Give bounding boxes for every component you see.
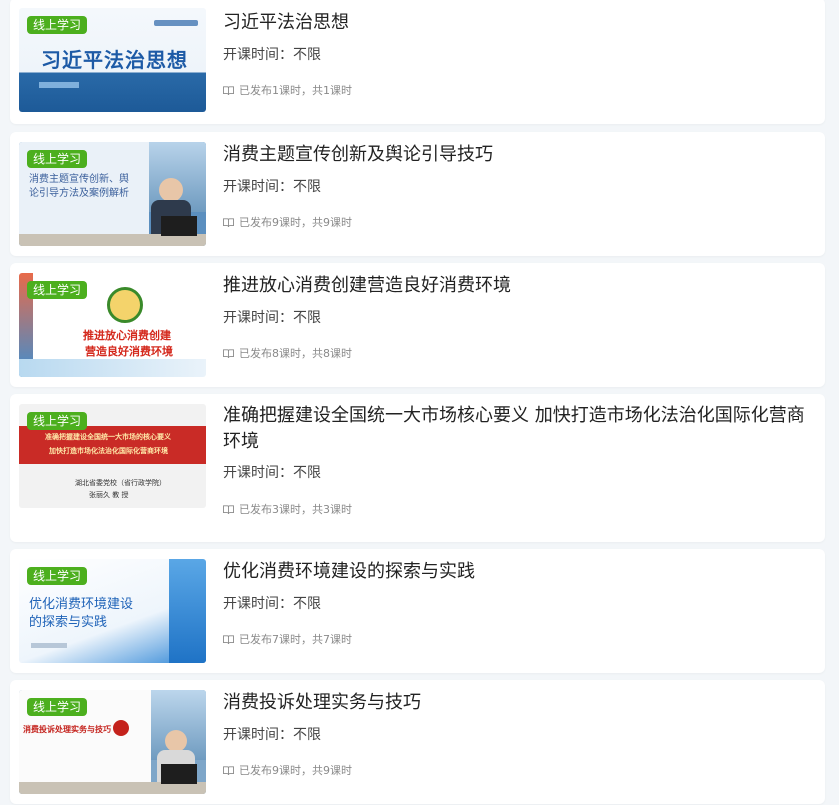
course-card[interactable]: 线上学习 消费主题宣传创新、舆 论引导方法及案例解析 消费主题宣传创新及舆论引导…	[10, 132, 825, 256]
thumb-right-band	[169, 559, 206, 663]
lesson-count-text: 已发布9课时，共9课时	[239, 216, 352, 229]
thumb-text-line1: 消费主题宣传创新、舆	[29, 174, 129, 185]
lesson-count-text: 已发布7课时，共7课时	[239, 633, 352, 646]
online-study-badge: 线上学习	[27, 281, 88, 299]
thumb-text-line2: 加快打造市场化法治化国际化营商环境	[49, 447, 168, 455]
lesson-count-text: 已发布3课时，共3课时	[239, 503, 352, 516]
course-thumbnail[interactable]: 线上学习 准确把握建设全国统一大市场的核心要义 加快打造市场化法治化国际化营商环…	[19, 404, 206, 508]
emblem-icon	[107, 287, 143, 323]
course-time: 开课时间：不限	[223, 462, 321, 482]
course-card[interactable]: 线上学习 推进放心消费创建 营造良好消费环境 推进放心消费创建营造良好消费环境 …	[10, 263, 825, 387]
course-thumbnail[interactable]: 线上学习 优化消费环境建设 的探索与实践	[19, 559, 206, 663]
book-icon	[223, 504, 234, 514]
course-card[interactable]: 线上学习 准确把握建设全国统一大市场的核心要义 加快打造市场化法治化国际化营商环…	[10, 394, 825, 542]
logo-mark	[154, 20, 198, 26]
lesson-count-text: 已发布1课时，共1课时	[239, 84, 352, 97]
laptop	[161, 216, 197, 236]
lesson-count: 已发布9课时，共9课时	[223, 762, 352, 778]
course-card[interactable]: 线上学习 消费投诉处理实务与技巧 消费投诉处理实务与技巧 开课时间：不限 已发布…	[10, 680, 825, 804]
thumb-text-line4: 张丽久 教 授	[89, 491, 129, 499]
thumb-text-line1: 准确把握建设全国统一大市场的核心要义	[45, 433, 171, 441]
thumb-bottom-band	[19, 359, 206, 377]
presenter	[165, 730, 187, 752]
thumb-text-line2: 营造良好消费环境	[85, 345, 173, 358]
online-study-badge: 线上学习	[27, 16, 88, 34]
time-value: 不限	[293, 465, 321, 481]
course-title[interactable]: 习近平法治思想	[223, 10, 813, 36]
thumb-text-line1: 推进放心消费创建	[83, 329, 171, 342]
lesson-count: 已发布3课时，共3课时	[223, 501, 352, 517]
course-thumbnail[interactable]: 线上学习 消费主题宣传创新、舆 论引导方法及案例解析	[19, 142, 206, 246]
course-title[interactable]: 推进放心消费创建营造良好消费环境	[223, 273, 813, 299]
time-value: 不限	[293, 47, 321, 63]
course-title[interactable]: 消费投诉处理实务与技巧	[223, 690, 813, 716]
online-study-badge: 线上学习	[27, 567, 88, 585]
course-thumbnail[interactable]: 线上学习 习近平法治思想	[19, 8, 206, 112]
lesson-count-text: 已发布8课时，共8课时	[239, 347, 352, 360]
thumb-text-line1: 消费投诉处理实务与技巧	[23, 725, 111, 734]
thumb-title: 习近平法治思想	[41, 48, 188, 72]
presenter	[159, 178, 183, 202]
time-label: 开课时间：	[223, 596, 293, 612]
book-icon	[223, 85, 234, 95]
laptop	[161, 764, 197, 784]
course-time: 开课时间：不限	[223, 307, 321, 327]
time-value: 不限	[293, 310, 321, 326]
lesson-count: 已发布8课时，共8课时	[223, 345, 352, 361]
slide-emblem	[113, 720, 129, 736]
thumb-text-line1: 优化消费环境建设	[29, 597, 134, 612]
course-time: 开课时间：不限	[223, 176, 321, 196]
online-study-badge: 线上学习	[27, 412, 88, 430]
time-value: 不限	[293, 727, 321, 743]
course-card[interactable]: 线上学习 优化消费环境建设 的探索与实践 优化消费环境建设的探索与实践 开课时间…	[10, 549, 825, 673]
time-label: 开课时间：	[223, 465, 293, 481]
thumb-text-line2: 论引导方法及案例解析	[29, 188, 129, 199]
course-time: 开课时间：不限	[223, 593, 321, 613]
course-thumbnail[interactable]: 线上学习 消费投诉处理实务与技巧	[19, 690, 206, 794]
thumb-text-line3: 湖北省委党校（省行政学院）	[75, 479, 166, 487]
lesson-count-text: 已发布9课时，共9课时	[239, 764, 352, 777]
course-title[interactable]: 准确把握建设全国统一大市场核心要义 加快打造市场化法治化国际化营商环境	[223, 403, 813, 455]
time-value: 不限	[293, 596, 321, 612]
course-title[interactable]: 优化消费环境建设的探索与实践	[223, 559, 813, 585]
book-icon	[223, 348, 234, 358]
book-icon	[223, 217, 234, 227]
online-study-badge: 线上学习	[27, 698, 88, 716]
time-label: 开课时间：	[223, 727, 293, 743]
thumb-text-line2: 的探索与实践	[29, 615, 108, 630]
course-title[interactable]: 消费主题宣传创新及舆论引导技巧	[223, 142, 813, 168]
thumb-subbar	[31, 643, 67, 648]
course-thumbnail[interactable]: 线上学习 推进放心消费创建 营造良好消费环境	[19, 273, 206, 377]
book-icon	[223, 765, 234, 775]
book-icon	[223, 634, 234, 644]
course-time: 开课时间：不限	[223, 724, 321, 744]
thumb-subbar	[39, 82, 79, 88]
lesson-count: 已发布1课时，共1课时	[223, 82, 352, 98]
time-value: 不限	[293, 179, 321, 195]
time-label: 开课时间：	[223, 179, 293, 195]
course-card[interactable]: 线上学习 习近平法治思想 习近平法治思想 开课时间：不限 已发布1课时，共1课时	[10, 0, 825, 124]
time-label: 开课时间：	[223, 47, 293, 63]
lesson-count: 已发布7课时，共7课时	[223, 631, 352, 647]
course-list: 线上学习 习近平法治思想 习近平法治思想 开课时间：不限 已发布1课时，共1课时…	[0, 0, 839, 805]
course-time: 开课时间：不限	[223, 44, 321, 64]
online-study-badge: 线上学习	[27, 150, 88, 168]
time-label: 开课时间：	[223, 310, 293, 326]
lesson-count: 已发布9课时，共9课时	[223, 214, 352, 230]
